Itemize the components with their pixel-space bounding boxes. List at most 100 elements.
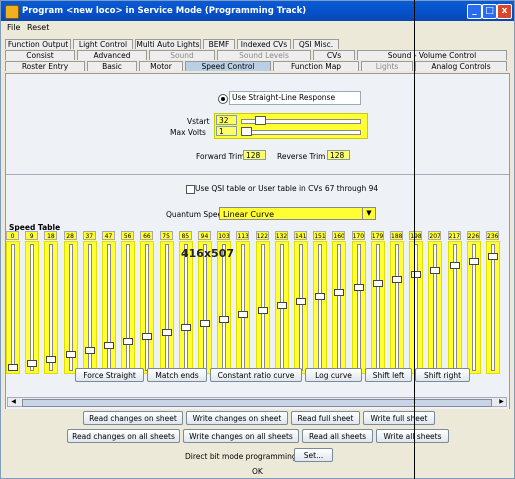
tab-qsi-misc[interactable]: QSI Misc. (293, 39, 339, 49)
speed-step-value-7[interactable]: 56 (121, 231, 135, 240)
speed-step-slider-1[interactable] (6, 241, 20, 374)
title-bar[interactable]: Program <new loco> in Service Mode (Prog… (1, 1, 514, 21)
speed-step-value-20[interactable]: 179 (370, 231, 384, 240)
speed-step-thumb-22[interactable] (411, 270, 422, 278)
speed-step-value-11[interactable]: 94 (198, 231, 211, 240)
speed-step-value-6[interactable]: 47 (102, 231, 115, 240)
speed-step-value-14[interactable]: 122 (255, 231, 269, 240)
minimize-icon[interactable]: _ (467, 4, 482, 19)
tab-consist[interactable]: Consist (5, 50, 75, 60)
tab-indexed-cvs[interactable]: Indexed CVs (237, 39, 291, 49)
speed-step-slider-6[interactable] (102, 241, 116, 374)
speed-step-thumb-11[interactable] (200, 319, 210, 327)
read-changes-on-all-sheets-button[interactable]: Read changes on all sheets (67, 429, 180, 443)
vstart-slider-thumb[interactable] (255, 116, 267, 125)
speed-step-value-22[interactable]: 198 (409, 231, 423, 240)
speed-step-slider-14[interactable] (255, 241, 270, 374)
speed-step-value-10[interactable]: 85 (178, 231, 192, 240)
qsi-table-checkbox[interactable] (186, 185, 195, 194)
speed-step-thumb-2[interactable] (27, 359, 38, 367)
write-full-sheet-button[interactable]: Write full sheet (363, 411, 435, 425)
speed-step-value-23[interactable]: 207 (428, 231, 442, 240)
speed-step-value-13[interactable]: 113 (236, 231, 250, 240)
close-icon[interactable]: x (497, 4, 512, 19)
speed-step-thumb-24[interactable] (449, 261, 460, 269)
speed-step-thumb-14[interactable] (257, 306, 268, 314)
speed-step-value-24[interactable]: 217 (447, 231, 461, 240)
speed-step-value-17[interactable]: 151 (313, 231, 327, 240)
write-changes-on-sheet-button[interactable]: Write changes on sheet (186, 411, 288, 425)
maxvolts-slider-thumb[interactable] (241, 127, 252, 136)
read-full-sheet-button[interactable]: Read full sheet (291, 411, 360, 425)
speed-step-thumb-16[interactable] (296, 297, 306, 305)
speed-step-slider-19[interactable] (351, 241, 366, 374)
tab-light-control[interactable]: Light Control (73, 39, 133, 49)
speed-step-thumb-1[interactable] (8, 364, 18, 371)
tab-function-map[interactable]: Function Map (273, 61, 359, 71)
speed-step-slider-4[interactable] (63, 241, 78, 374)
tab-advanced[interactable]: Advanced (77, 50, 147, 60)
scroll-right-icon[interactable]: ▶ (497, 398, 506, 406)
set-button[interactable]: Set... (294, 448, 333, 462)
speed-step-value-12[interactable]: 103 (217, 231, 231, 240)
force-straight-button[interactable]: Force Straight (75, 368, 144, 382)
speed-step-value-26[interactable]: 236 (486, 231, 499, 240)
speed-step-slider-15[interactable] (274, 241, 289, 374)
speed-step-value-18[interactable]: 160 (332, 231, 346, 240)
tab-sound-levels[interactable]: Sound Levels (217, 50, 311, 60)
speed-step-slider-10[interactable] (178, 241, 193, 374)
log-curve-button[interactable]: Log curve (305, 368, 362, 382)
speed-step-value-19[interactable]: 170 (351, 231, 365, 240)
read-all-sheets-button[interactable]: Read all sheets (302, 429, 373, 443)
tab-sound[interactable]: Sound (149, 50, 215, 60)
shift-left-button[interactable]: Shift left (365, 368, 412, 382)
speed-step-thumb-20[interactable] (372, 279, 383, 287)
speed-step-slider-22[interactable] (409, 241, 424, 374)
speed-step-thumb-26[interactable] (488, 252, 498, 260)
speed-step-value-8[interactable]: 66 (140, 231, 154, 240)
scroll-left-icon[interactable]: ◀ (9, 398, 18, 406)
tab-roster-entry[interactable]: Roster Entry (5, 61, 85, 71)
speed-step-slider-16[interactable] (294, 241, 308, 374)
tab-multi-auto-lights[interactable]: Multi Auto Lights (135, 39, 201, 49)
speed-step-slider-18[interactable] (332, 241, 347, 374)
speed-step-value-1[interactable]: 0 (6, 231, 19, 240)
speed-step-thumb-21[interactable] (392, 275, 402, 283)
maxvolts-field[interactable]: 1 (216, 126, 237, 136)
speed-step-slider-23[interactable] (428, 241, 443, 374)
speed-step-thumb-3[interactable] (46, 355, 57, 363)
speed-table-scrollbar[interactable]: ◀ ▶ (7, 397, 507, 407)
speed-step-value-21[interactable]: 188 (390, 231, 403, 240)
speed-step-thumb-9[interactable] (161, 328, 172, 336)
speed-step-slider-7[interactable] (121, 241, 136, 374)
tab-bemf[interactable]: BEMF (203, 39, 235, 49)
speed-step-slider-8[interactable] (140, 241, 155, 374)
speed-step-value-9[interactable]: 75 (159, 231, 173, 240)
tab-motor[interactable]: Motor (139, 61, 183, 71)
speed-step-thumb-19[interactable] (353, 284, 364, 291)
match-ends-button[interactable]: Match ends (147, 368, 207, 382)
forward-trim-field[interactable]: 128 (243, 150, 266, 160)
speed-step-thumb-5[interactable] (84, 346, 95, 354)
speed-step-slider-12[interactable] (217, 241, 232, 374)
speed-step-thumb-17[interactable] (315, 292, 326, 300)
tab-sound-volume-control[interactable]: Sound - Volume Control (357, 50, 507, 60)
speed-step-slider-3[interactable] (44, 241, 59, 374)
tab-speed-control[interactable]: Speed Control (185, 61, 271, 71)
shift-right-button[interactable]: Shift right (415, 368, 470, 382)
chevron-down-icon[interactable]: ▼ (362, 208, 375, 219)
menu-file[interactable]: File (7, 23, 20, 32)
speed-step-value-25[interactable]: 226 (466, 231, 480, 240)
tab-basic[interactable]: Basic (87, 61, 137, 71)
speed-step-slider-20[interactable] (370, 241, 385, 374)
vstart-field[interactable]: 32 (216, 115, 237, 125)
speed-step-slider-25[interactable] (466, 241, 481, 374)
speed-step-thumb-7[interactable] (123, 337, 134, 345)
tab-analog-controls[interactable]: Analog Controls (415, 61, 507, 71)
speed-step-slider-9[interactable] (159, 241, 174, 374)
speed-step-slider-26[interactable] (486, 241, 500, 374)
speed-step-slider-11[interactable] (198, 241, 212, 374)
speed-step-thumb-13[interactable] (238, 310, 249, 318)
speed-step-slider-13[interactable] (236, 241, 251, 374)
speed-step-thumb-10[interactable] (180, 324, 191, 331)
